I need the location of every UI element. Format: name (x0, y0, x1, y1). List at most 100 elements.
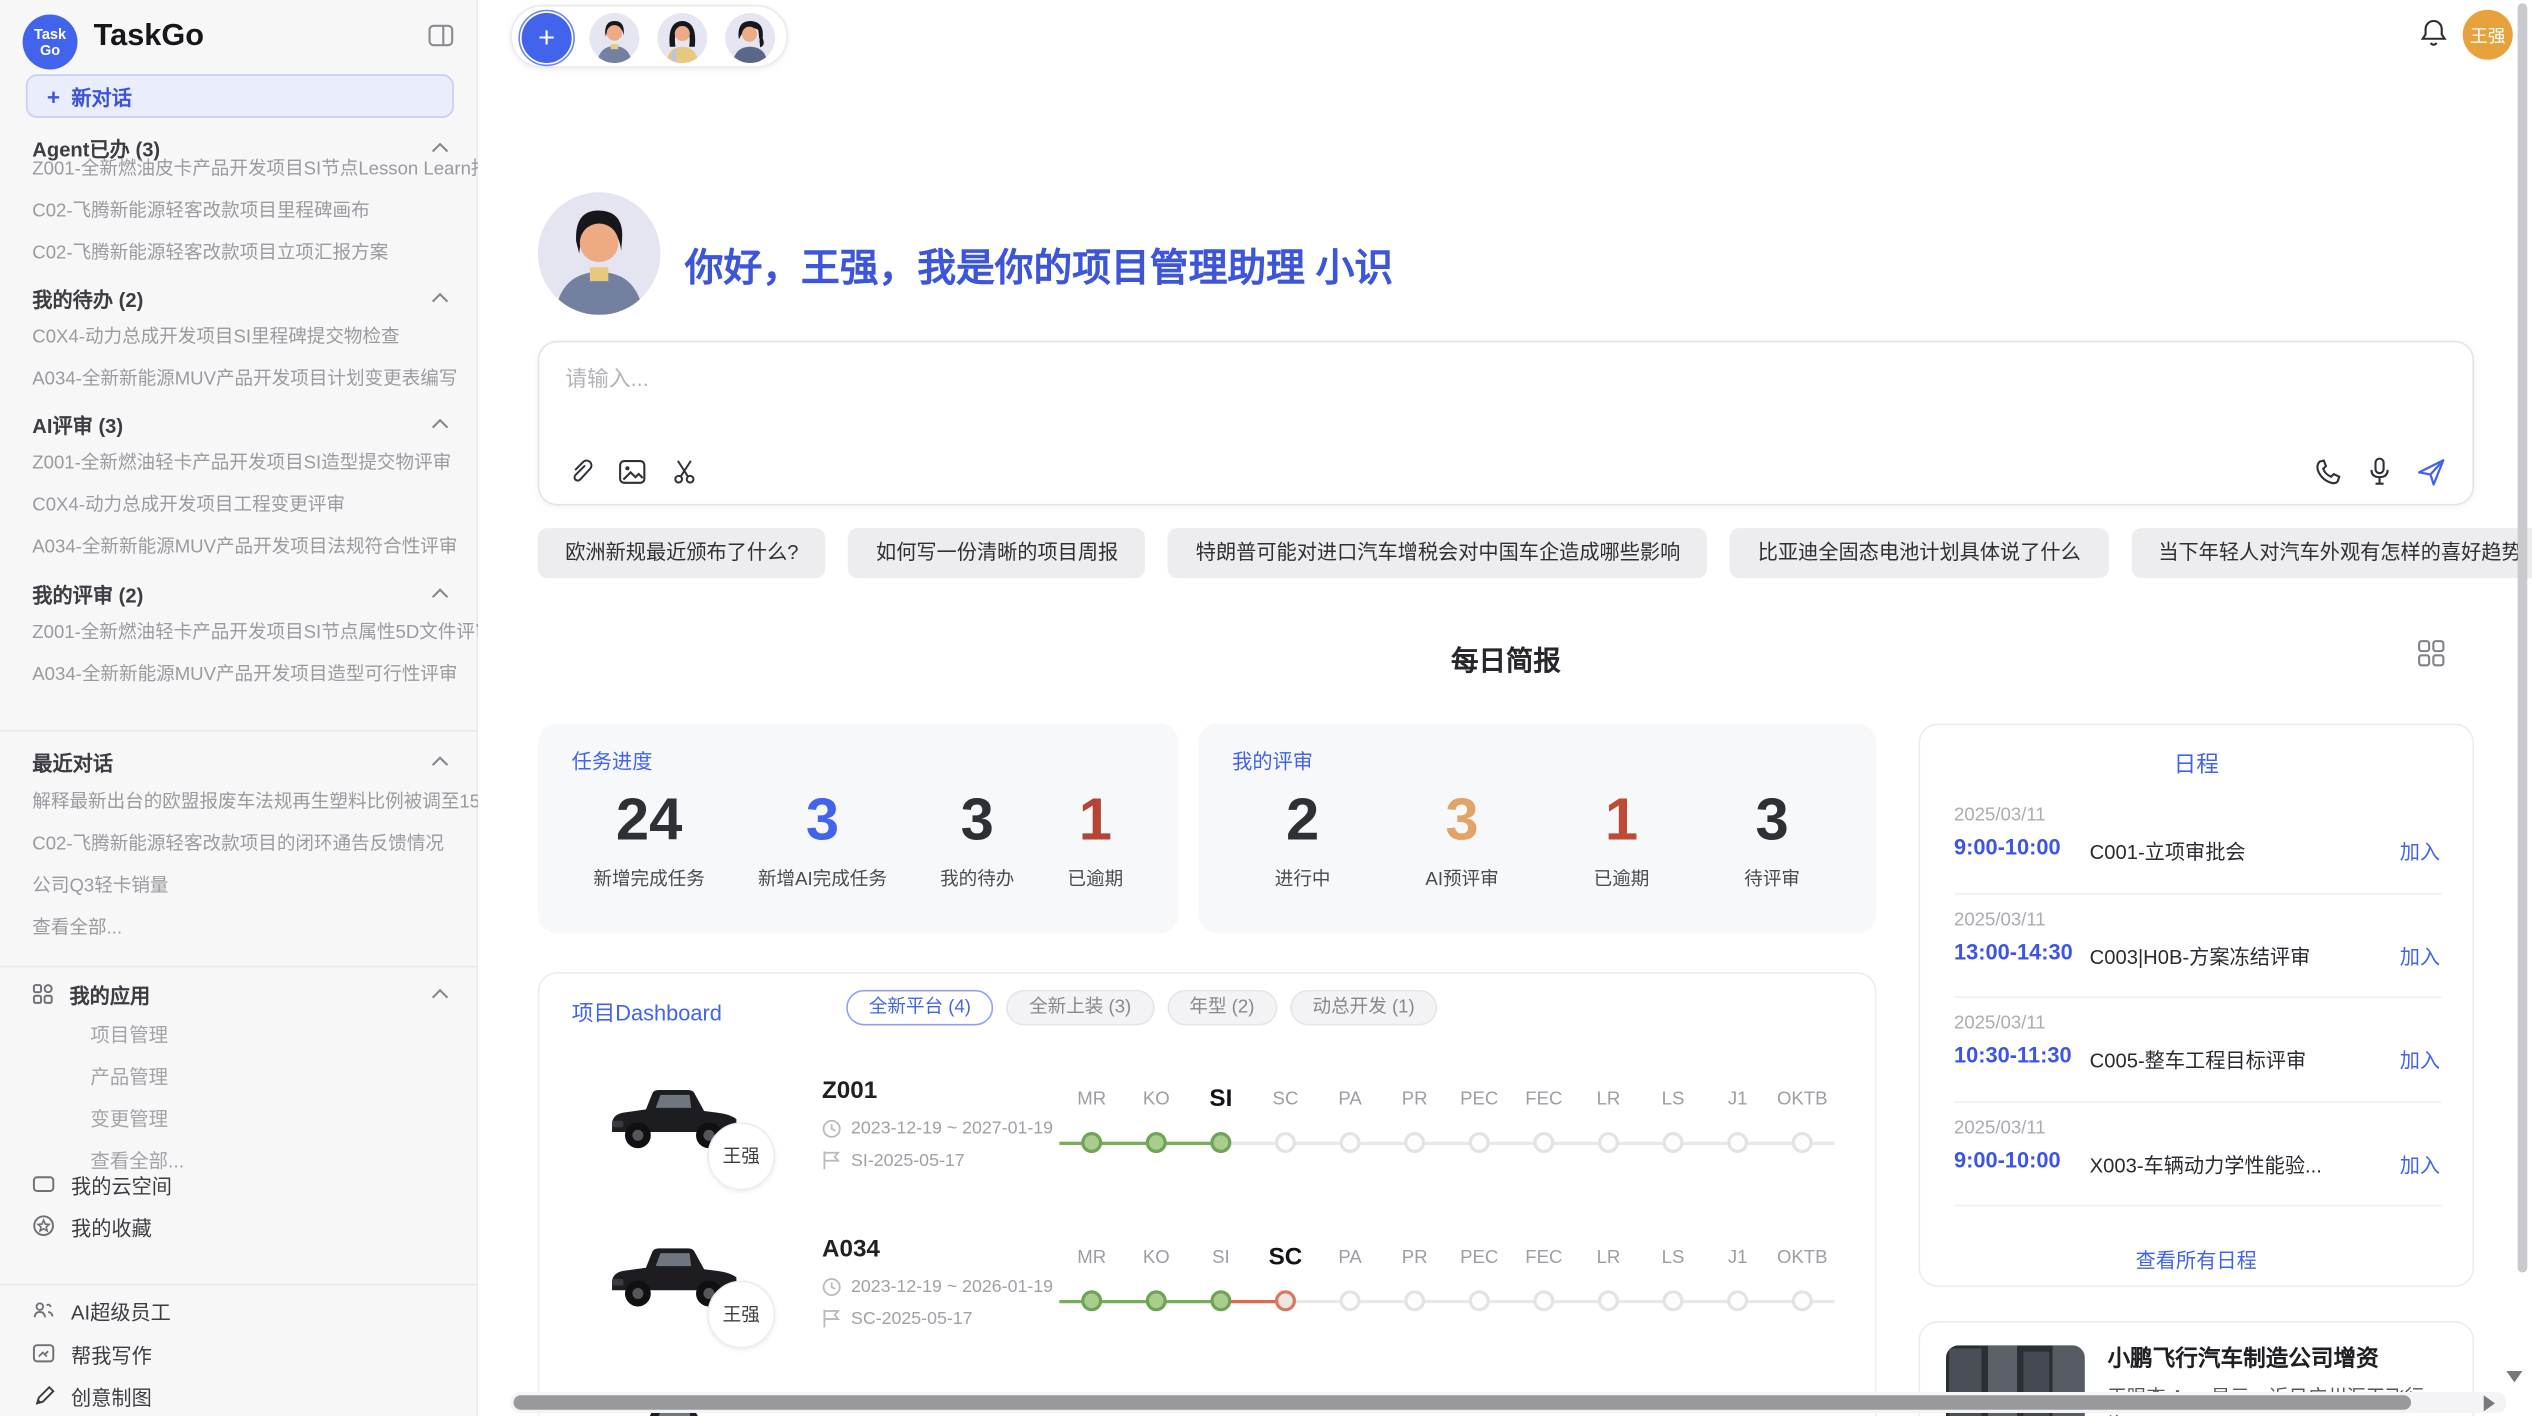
sidebar-item-cloud-space[interactable]: 我的云空间 (0, 1163, 478, 1205)
app-item[interactable]: 变更管理 (0, 1098, 478, 1140)
sidebar-section-recent[interactable]: 最近对话 (32, 740, 449, 782)
microphone-icon[interactable] (2363, 455, 2395, 487)
help-write-label: 帮我写作 (71, 1338, 152, 1369)
dashboard-filters: 全新平台 (4) 全新上装 (3) 年型 (2) 动总开发 (1) (846, 990, 1437, 1026)
stat-ai-prereview: 3AI预评审 (1425, 788, 1498, 891)
scroll-down-arrow-icon[interactable] (2506, 1371, 2522, 1382)
send-icon[interactable] (2414, 455, 2446, 487)
phone-call-icon[interactable] (2311, 455, 2343, 487)
sidebar-item[interactable]: A034-全新新能源MUV产品开发项目法规符合性评审 (0, 526, 478, 568)
news-title: 小鹏飞行汽车制造公司增资 (2107, 1342, 2378, 1374)
suggestion-chips: 欧洲新规最近颁布了什么? 如何写一份清晰的项目周报特朗普可能对进口汽车增税会对中国… (538, 528, 2474, 578)
sidebar-item[interactable]: Z001-全新燃油轻卡产品开发项目SI节点属性5D文件评审 (0, 612, 478, 654)
sidebar-collapse-icon[interactable] (426, 23, 455, 52)
project-dates: 2023-12-19 ~ 2026-01-19 (822, 1277, 1053, 1296)
project-owner-badge: 王强 (707, 1281, 775, 1349)
clock-icon (822, 1277, 841, 1296)
project-row[interactable]: 王强 Z001 2023-12-19 ~ 2027-01-19 SI-2025-… (539, 1048, 1876, 1203)
notification-bell-icon[interactable] (2418, 18, 2450, 50)
schedule-title: 日程 (1920, 748, 2472, 780)
scroll-right-arrow-icon[interactable] (2484, 1395, 2495, 1411)
suggestion-chip[interactable]: 特朗普可能对进口汽车增税会对中国车企造成哪些影响 (1168, 528, 1707, 578)
sidebar-item-creative-draw[interactable]: 创意制图 (0, 1374, 478, 1416)
divider (0, 966, 478, 968)
flag-icon (822, 1150, 841, 1171)
recent-chat-item[interactable]: C02-飞腾新能源轻客改款项目的闭环通告反馈情况 (0, 824, 478, 866)
suggestion-chip[interactable]: 如何写一份清晰的项目周报 (849, 528, 1146, 578)
event-time: 9:00-10:00 (1954, 1147, 2061, 1171)
join-button[interactable]: 加入 (2400, 939, 2440, 970)
event-time: 10:30-11:30 (1954, 1043, 2072, 1067)
filter-tab[interactable]: 全新平台 (4) (846, 990, 993, 1026)
view-all-schedule-link[interactable]: 查看所有日程 (1920, 1242, 2472, 1276)
logo-text-bottom: Go (40, 42, 60, 58)
chevron-up-icon (431, 587, 449, 598)
creative-draw-label: 创意制图 (71, 1380, 152, 1411)
sidebar-item-ai-staff[interactable]: AI超级员工 (0, 1289, 478, 1331)
user-avatar[interactable]: 王强 (2463, 10, 2513, 60)
event-name: C001-立项审批会 (2090, 835, 2246, 866)
project-flag-milestone: SI-2025-05-17 (822, 1150, 965, 1171)
filter-tab[interactable]: 全新上装 (3) (1006, 990, 1153, 1026)
suggestion-chip[interactable]: 比亚迪全固态电池计划具体说了什么 (1730, 528, 2108, 578)
app-item[interactable]: 项目管理 (0, 1014, 478, 1056)
my-todo-list: C0X4-动力总成开发项目SI里程碑提交物检查A034-全新新能源MUV产品开发… (0, 317, 478, 401)
sidebar-section-my-apps[interactable]: 我的应用 (32, 972, 449, 1014)
new-chat-button[interactable]: + 新对话 (26, 74, 454, 118)
sidebar-section-my-review[interactable]: 我的评审 (2) (32, 572, 449, 614)
avatar[interactable] (725, 13, 775, 63)
ai-review-list: Z001-全新燃油轻卡产品开发项目SI造型提交物评审C0X4-动力总成开发项目工… (0, 442, 478, 568)
filter-tab[interactable]: 动总开发 (1) (1290, 990, 1437, 1026)
sidebar-item[interactable]: Z001-全新燃油轻卡产品开发项目SI造型提交物评审 (0, 442, 478, 484)
schedule-event: 2025/03/11 10:30-11:30 C005-整车工程目标评审 加入 (1920, 998, 2476, 1102)
project-row[interactable]: 王强 A034 2023-12-19 ~ 2026-01-19 SC-2025-… (539, 1206, 1876, 1361)
scissors-icon[interactable] (669, 455, 701, 487)
avatar[interactable] (589, 13, 639, 63)
add-conversation-button[interactable]: + (522, 13, 572, 63)
sidebar-item[interactable]: C0X4-动力总成开发项目SI里程碑提交物检查 (0, 317, 478, 359)
suggestion-chip[interactable]: 当下年轻人对汽车外观有怎样的喜好趋势 (2131, 528, 2532, 578)
recent-chat-item[interactable]: 解释最新出台的欧盟报废车法规再生塑料比例被调至15%... (0, 782, 478, 824)
stat-overdue: 1已逾期 (1068, 788, 1124, 891)
recent-list: 解释最新出台的欧盟报废车法规再生塑料比例被调至15%...C02-飞腾新能源轻客… (0, 782, 478, 950)
event-name: X003-车辆动力学性能验... (2090, 1147, 2322, 1178)
stat-new-ai-done: 3新增AI完成任务 (758, 788, 887, 891)
horizontal-scrollbar[interactable] (514, 1395, 2412, 1410)
conversation-avatar-pill: + (510, 5, 788, 68)
sidebar-section-ai-review[interactable]: AI评审 (3) (32, 402, 449, 444)
vertical-scrollbar[interactable] (2518, 3, 2528, 1272)
project-code: A034 (822, 1235, 880, 1262)
filter-tab[interactable]: 年型 (2) (1167, 990, 1277, 1026)
sidebar-item[interactable]: C02-飞腾新能源轻客改款项目里程碑画布 (0, 191, 478, 233)
divider (0, 1284, 478, 1286)
join-button[interactable]: 加入 (2400, 1043, 2440, 1074)
sidebar-item-favorites[interactable]: 我的收藏 (0, 1205, 478, 1247)
sidebar-item[interactable]: C02-飞腾新能源轻客改款项目立项汇报方案 (0, 233, 478, 275)
layout-grid-icon[interactable] (2416, 640, 2445, 669)
plus-icon: + (47, 85, 60, 108)
chat-input[interactable] (562, 365, 2015, 392)
sidebar-item-help-write[interactable]: 帮我写作 (0, 1332, 478, 1374)
event-time: 13:00-14:30 (1954, 939, 2073, 963)
app-item[interactable]: 产品管理 (0, 1056, 478, 1098)
assistant-avatar (538, 192, 661, 315)
image-icon[interactable] (615, 455, 647, 487)
recent-chat-item[interactable]: 查看全部... (0, 908, 478, 950)
sidebar-section-my-todo[interactable]: 我的待办 (2) (32, 276, 449, 318)
write-icon (32, 1342, 55, 1365)
recent-chat-item[interactable]: 公司Q3轻卡销量 (0, 866, 478, 908)
chevron-up-icon (431, 988, 449, 999)
sidebar-item[interactable]: A034-全新新能源MUV产品开发项目造型可行性评审 (0, 654, 478, 696)
sidebar-item[interactable]: Z001-全新燃油皮卡产品开发项目SI节点Lesson Learn报告 (0, 149, 478, 191)
attachment-icon[interactable] (562, 455, 594, 487)
sidebar-item[interactable]: A034-全新新能源MUV产品开发项目计划变更表编写 (0, 359, 478, 401)
avatar[interactable] (657, 13, 707, 63)
join-button[interactable]: 加入 (2400, 835, 2440, 866)
sidebar-item[interactable]: C0X4-动力总成开发项目工程变更评审 (0, 484, 478, 526)
join-button[interactable]: 加入 (2400, 1147, 2440, 1178)
section-label: 我的应用 (69, 978, 150, 1009)
chevron-up-icon (431, 291, 449, 302)
suggestion-chip[interactable]: 欧洲新规最近颁布了什么? (538, 528, 826, 578)
stat-my-todo: 3我的待办 (940, 788, 1014, 891)
schedule-event: 2025/03/11 9:00-10:00 X003-车辆动力学性能验... 加… (1920, 1102, 2476, 1206)
